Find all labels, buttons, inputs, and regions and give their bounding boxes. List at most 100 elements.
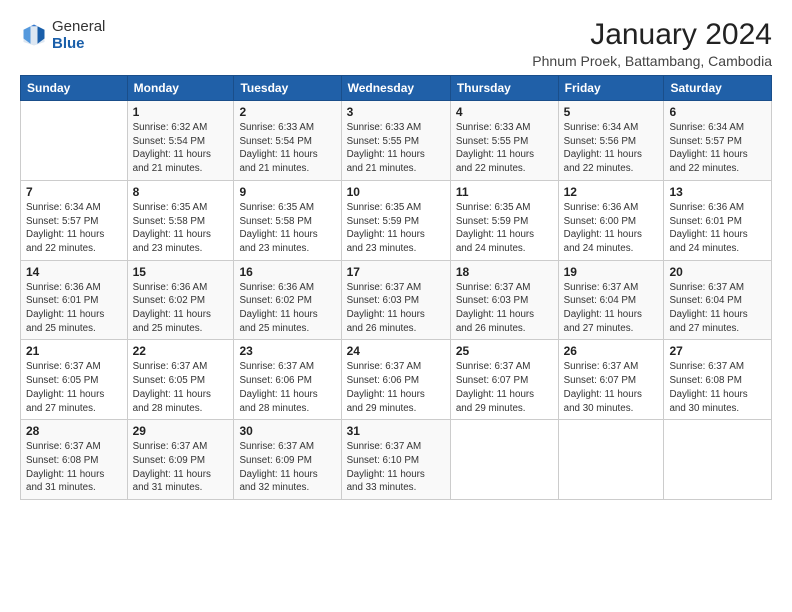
day-number: 9: [239, 185, 335, 199]
title-block: January 2024 Phnum Proek, Battambang, Ca…: [532, 18, 772, 69]
day-info: Sunrise: 6:37 AM Sunset: 6:07 PM Dayligh…: [564, 360, 659, 415]
day-number: 26: [564, 344, 659, 358]
day-info: Sunrise: 6:35 AM Sunset: 5:58 PM Dayligh…: [239, 201, 335, 256]
calendar-cell: 20 Sunrise: 6:37 AM Sunset: 6:04 PM Dayli…: [664, 260, 772, 340]
day-number: 18: [456, 265, 553, 279]
calendar-cell: 13 Sunrise: 6:36 AM Sunset: 6:01 PM Dayli…: [664, 180, 772, 260]
day-of-week-monday: Monday: [127, 76, 234, 101]
day-info: Sunrise: 6:37 AM Sunset: 6:04 PM Dayligh…: [669, 281, 766, 336]
day-info: Sunrise: 6:37 AM Sunset: 6:08 PM Dayligh…: [669, 360, 766, 415]
calendar-cell: 26 Sunrise: 6:37 AM Sunset: 6:07 PM Dayli…: [558, 340, 664, 420]
day-info: Sunrise: 6:37 AM Sunset: 6:06 PM Dayligh…: [239, 360, 335, 415]
day-info: Sunrise: 6:33 AM Sunset: 5:55 PM Dayligh…: [347, 121, 445, 176]
day-number: 5: [564, 105, 659, 119]
day-number: 23: [239, 344, 335, 358]
day-info: Sunrise: 6:34 AM Sunset: 5:56 PM Dayligh…: [564, 121, 659, 176]
calendar-cell: 19 Sunrise: 6:37 AM Sunset: 6:04 PM Dayli…: [558, 260, 664, 340]
calendar-cell: [450, 420, 558, 500]
day-info: Sunrise: 6:37 AM Sunset: 6:04 PM Dayligh…: [564, 281, 659, 336]
day-number: 30: [239, 424, 335, 438]
logo-text: General Blue: [52, 18, 105, 53]
day-number: 2: [239, 105, 335, 119]
day-number: 21: [26, 344, 122, 358]
calendar-cell: [664, 420, 772, 500]
day-info: Sunrise: 6:34 AM Sunset: 5:57 PM Dayligh…: [26, 201, 122, 256]
day-number: 28: [26, 424, 122, 438]
day-of-week-sunday: Sunday: [21, 76, 128, 101]
day-of-week-tuesday: Tuesday: [234, 76, 341, 101]
calendar-cell: [558, 420, 664, 500]
day-of-week-saturday: Saturday: [664, 76, 772, 101]
calendar-cell: 14Sunrise: 6:36 AM Sunset: 6:01 PM Dayli…: [21, 260, 128, 340]
day-number: 17: [347, 265, 445, 279]
calendar-cell: 5 Sunrise: 6:34 AM Sunset: 5:56 PM Daylig…: [558, 101, 664, 181]
day-info: Sunrise: 6:36 AM Sunset: 6:01 PM Dayligh…: [26, 281, 122, 336]
day-number: 27: [669, 344, 766, 358]
calendar-cell: 7 Sunrise: 6:34 AM Sunset: 5:57 PM Daylig…: [21, 180, 128, 260]
day-of-week-wednesday: Wednesday: [341, 76, 450, 101]
calendar-cell: 30 Sunrise: 6:37 AM Sunset: 6:09 PM Dayli…: [234, 420, 341, 500]
calendar-cell: 8Sunrise: 6:35 AM Sunset: 5:58 PM Daylig…: [127, 180, 234, 260]
calendar-cell: 2 Sunrise: 6:33 AM Sunset: 5:54 PM Daylig…: [234, 101, 341, 181]
calendar-cell: 16 Sunrise: 6:36 AM Sunset: 6:02 PM Dayli…: [234, 260, 341, 340]
calendar-cell: 31Sunrise: 6:37 AM Sunset: 6:10 PM Dayli…: [341, 420, 450, 500]
day-info: Sunrise: 6:37 AM Sunset: 6:03 PM Dayligh…: [456, 281, 553, 336]
day-number: 10: [347, 185, 445, 199]
day-info: Sunrise: 6:37 AM Sunset: 6:09 PM Dayligh…: [133, 440, 229, 495]
logo-icon: [20, 21, 48, 49]
day-number: 25: [456, 344, 553, 358]
day-number: 22: [133, 344, 229, 358]
day-info: Sunrise: 6:34 AM Sunset: 5:57 PM Dayligh…: [669, 121, 766, 176]
calendar-cell: 21Sunrise: 6:37 AM Sunset: 6:05 PM Dayli…: [21, 340, 128, 420]
calendar: SundayMondayTuesdayWednesdayThursdayFrid…: [20, 75, 772, 500]
month-title: January 2024: [532, 18, 772, 51]
day-of-week-friday: Friday: [558, 76, 664, 101]
calendar-cell: 27 Sunrise: 6:37 AM Sunset: 6:08 PM Dayli…: [664, 340, 772, 420]
day-info: Sunrise: 6:33 AM Sunset: 5:55 PM Dayligh…: [456, 121, 553, 176]
day-info: Sunrise: 6:37 AM Sunset: 6:03 PM Dayligh…: [347, 281, 445, 336]
day-number: 16: [239, 265, 335, 279]
calendar-cell: 29 Sunrise: 6:37 AM Sunset: 6:09 PM Dayli…: [127, 420, 234, 500]
day-of-week-thursday: Thursday: [450, 76, 558, 101]
day-info: Sunrise: 6:36 AM Sunset: 6:02 PM Dayligh…: [133, 281, 229, 336]
day-info: Sunrise: 6:35 AM Sunset: 5:59 PM Dayligh…: [347, 201, 445, 256]
calendar-cell: 9 Sunrise: 6:35 AM Sunset: 5:58 PM Daylig…: [234, 180, 341, 260]
day-info: Sunrise: 6:33 AM Sunset: 5:54 PM Dayligh…: [239, 121, 335, 176]
day-number: 19: [564, 265, 659, 279]
calendar-cell: 17 Sunrise: 6:37 AM Sunset: 6:03 PM Dayli…: [341, 260, 450, 340]
calendar-cell: 24 Sunrise: 6:37 AM Sunset: 6:06 PM Dayli…: [341, 340, 450, 420]
day-number: 20: [669, 265, 766, 279]
day-info: Sunrise: 6:35 AM Sunset: 5:59 PM Dayligh…: [456, 201, 553, 256]
location: Phnum Proek, Battambang, Cambodia: [532, 53, 772, 69]
day-info: Sunrise: 6:36 AM Sunset: 6:00 PM Dayligh…: [564, 201, 659, 256]
calendar-cell: 15 Sunrise: 6:36 AM Sunset: 6:02 PM Dayli…: [127, 260, 234, 340]
calendar-cell: 25Sunrise: 6:37 AM Sunset: 6:07 PM Dayli…: [450, 340, 558, 420]
day-number: 15: [133, 265, 229, 279]
day-info: Sunrise: 6:37 AM Sunset: 6:05 PM Dayligh…: [133, 360, 229, 415]
calendar-cell: [21, 101, 128, 181]
day-info: Sunrise: 6:36 AM Sunset: 6:01 PM Dayligh…: [669, 201, 766, 256]
day-number: 13: [669, 185, 766, 199]
day-info: Sunrise: 6:37 AM Sunset: 6:10 PM Dayligh…: [347, 440, 445, 495]
day-info: Sunrise: 6:36 AM Sunset: 6:02 PM Dayligh…: [239, 281, 335, 336]
calendar-cell: 3 Sunrise: 6:33 AM Sunset: 5:55 PM Daylig…: [341, 101, 450, 181]
day-info: Sunrise: 6:37 AM Sunset: 6:06 PM Dayligh…: [347, 360, 445, 415]
day-number: 12: [564, 185, 659, 199]
calendar-cell: 22 Sunrise: 6:37 AM Sunset: 6:05 PM Dayli…: [127, 340, 234, 420]
day-info: Sunrise: 6:37 AM Sunset: 6:08 PM Dayligh…: [26, 440, 122, 495]
day-number: 24: [347, 344, 445, 358]
logo: General Blue: [20, 18, 105, 53]
day-number: 1: [133, 105, 229, 119]
day-number: 7: [26, 185, 122, 199]
calendar-cell: 4 Sunrise: 6:33 AM Sunset: 5:55 PM Daylig…: [450, 101, 558, 181]
calendar-cell: 6 Sunrise: 6:34 AM Sunset: 5:57 PM Daylig…: [664, 101, 772, 181]
day-number: 29: [133, 424, 229, 438]
day-number: 6: [669, 105, 766, 119]
day-number: 3: [347, 105, 445, 119]
calendar-cell: 28 Sunrise: 6:37 AM Sunset: 6:08 PM Dayli…: [21, 420, 128, 500]
day-number: 11: [456, 185, 553, 199]
day-info: Sunrise: 6:37 AM Sunset: 6:09 PM Dayligh…: [239, 440, 335, 495]
day-number: 4: [456, 105, 553, 119]
day-info: Sunrise: 6:35 AM Sunset: 5:58 PM Dayligh…: [133, 201, 229, 256]
calendar-cell: 23 Sunrise: 6:37 AM Sunset: 6:06 PM Dayli…: [234, 340, 341, 420]
